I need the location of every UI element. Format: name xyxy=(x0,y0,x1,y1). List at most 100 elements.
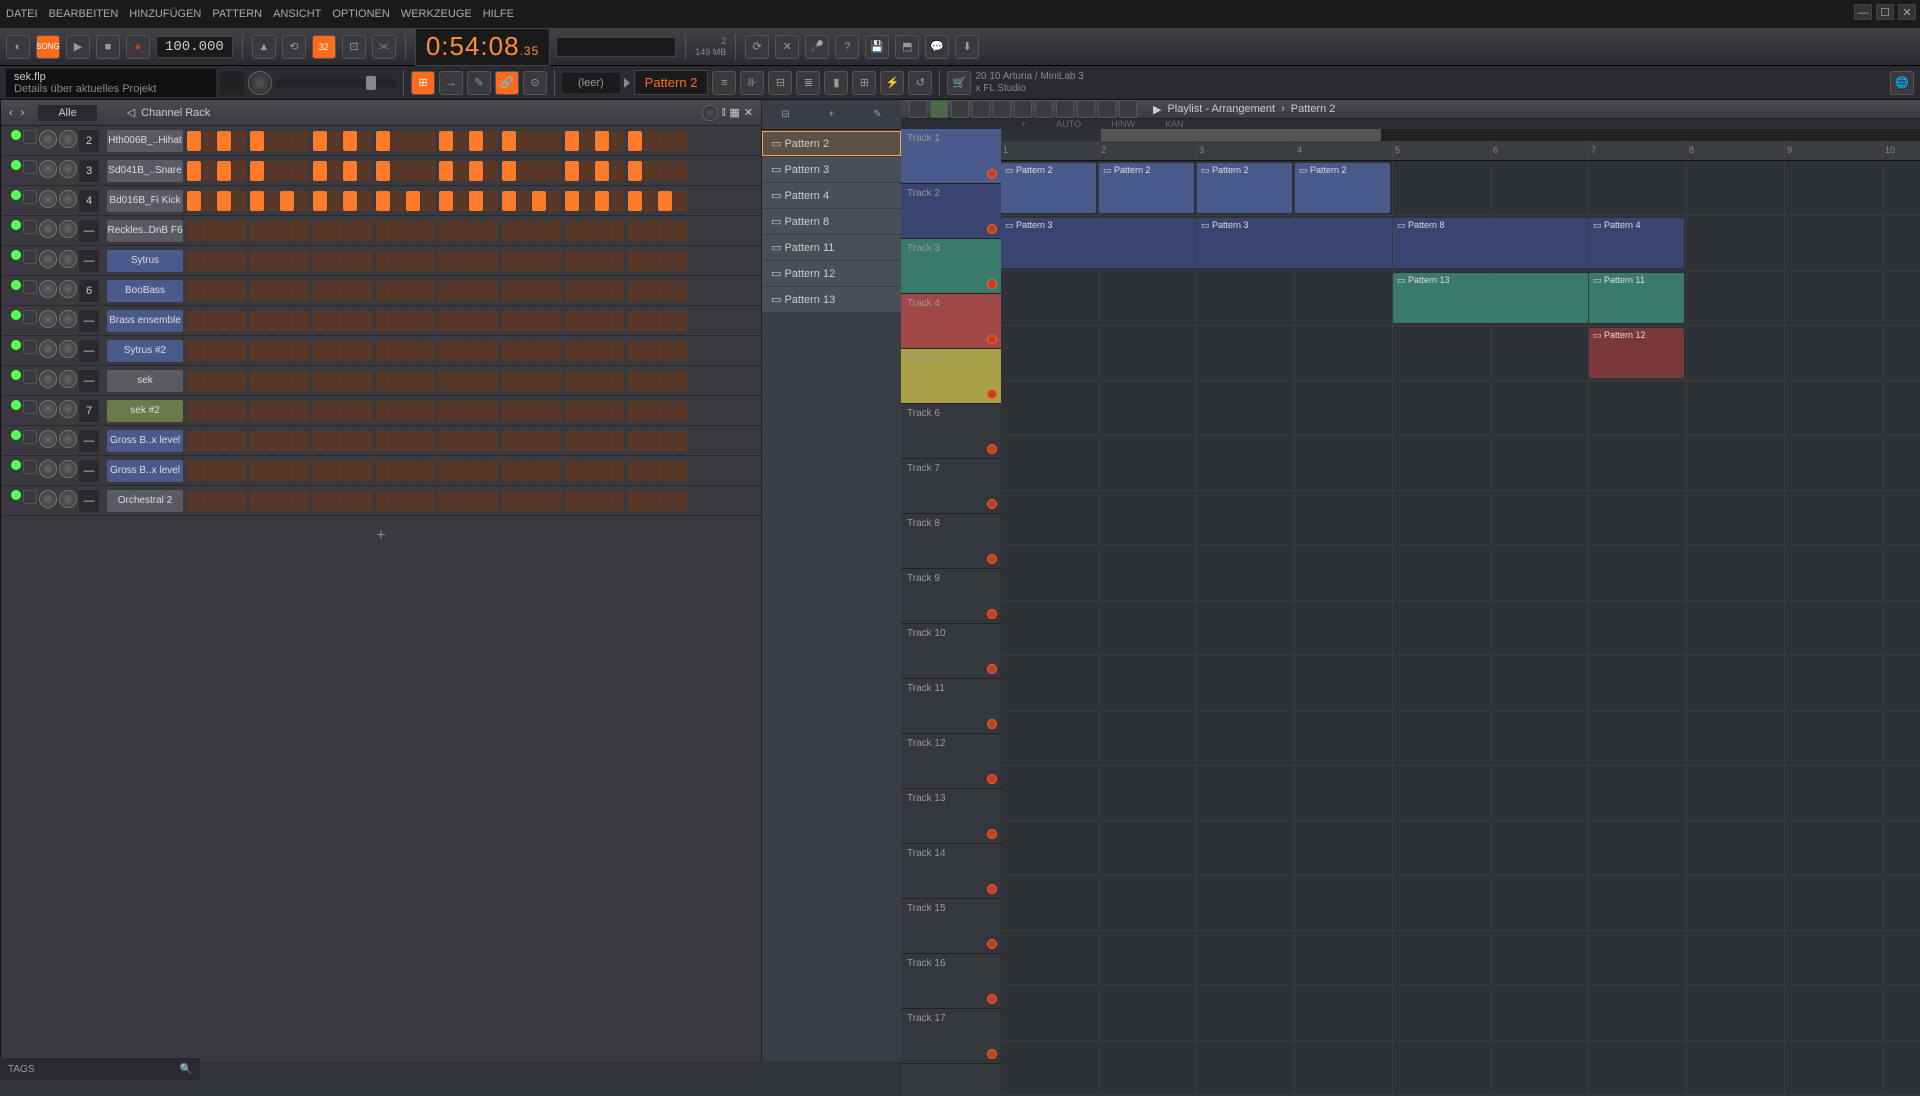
step-cell[interactable] xyxy=(406,371,420,391)
mixer-route[interactable]: — xyxy=(79,340,99,362)
step-cell[interactable] xyxy=(406,161,420,181)
step-cell[interactable] xyxy=(517,371,531,391)
track-header[interactable]: Track 14 xyxy=(901,844,1001,899)
rack-close-icon[interactable]: ✕ xyxy=(744,106,753,119)
step-cell[interactable] xyxy=(232,371,246,391)
step-cell[interactable] xyxy=(406,131,420,151)
step-cell[interactable] xyxy=(187,161,201,181)
pl-marker-icon[interactable] xyxy=(1035,100,1053,118)
step-cell[interactable] xyxy=(391,371,405,391)
pl-note-tab[interactable]: HINW xyxy=(1111,119,1135,129)
pan-knob[interactable] xyxy=(39,430,57,448)
step-cell[interactable] xyxy=(517,491,531,511)
step-cell[interactable] xyxy=(376,251,390,271)
step-cell[interactable] xyxy=(580,431,594,451)
playlist-clip[interactable]: ▭ Pattern 4 xyxy=(1589,218,1684,268)
step-cell[interactable] xyxy=(265,431,279,451)
step-cell[interactable] xyxy=(484,191,498,211)
step-cell[interactable] xyxy=(565,251,579,271)
step-cell[interactable] xyxy=(673,191,687,211)
step-cell[interactable] xyxy=(391,221,405,241)
step-cell[interactable] xyxy=(313,251,327,271)
mixer-route[interactable]: — xyxy=(79,310,99,332)
step-cell[interactable] xyxy=(328,491,342,511)
step-cell[interactable] xyxy=(217,431,231,451)
step-cell[interactable] xyxy=(391,461,405,481)
step-cell[interactable] xyxy=(658,311,672,331)
one-click-icon[interactable]: 💬 xyxy=(925,35,949,59)
step-cell[interactable] xyxy=(673,251,687,271)
step-cell[interactable] xyxy=(484,281,498,301)
channel-filter[interactable]: Alle xyxy=(38,105,96,121)
pl-sound-icon[interactable] xyxy=(1119,100,1137,118)
step-cell[interactable] xyxy=(406,491,420,511)
channel-name-button[interactable]: Gross B..x level xyxy=(107,430,183,452)
step-cell[interactable] xyxy=(502,461,516,481)
pl-sync-icon[interactable] xyxy=(930,100,948,118)
step-cell[interactable] xyxy=(532,161,546,181)
step-cell[interactable] xyxy=(406,251,420,271)
step-cell[interactable] xyxy=(547,161,561,181)
dropdown-empty[interactable]: (leer) xyxy=(562,73,620,93)
step-cell[interactable] xyxy=(532,431,546,451)
metronome-icon[interactable]: ▲ xyxy=(252,35,276,59)
step-cell[interactable] xyxy=(643,371,657,391)
step-cell[interactable] xyxy=(658,251,672,271)
step-cell[interactable] xyxy=(643,491,657,511)
step-cell[interactable] xyxy=(643,401,657,421)
step-cell[interactable] xyxy=(343,311,357,331)
step-cell[interactable] xyxy=(376,341,390,361)
track-record-icon[interactable] xyxy=(987,389,997,399)
step-cell[interactable] xyxy=(580,281,594,301)
step-cell[interactable] xyxy=(313,191,327,211)
step-cell[interactable] xyxy=(313,491,327,511)
mixer-route[interactable]: 3 xyxy=(79,160,99,182)
step-cell[interactable] xyxy=(547,431,561,451)
step-cell[interactable] xyxy=(532,401,546,421)
step-cell[interactable] xyxy=(376,281,390,301)
step-cell[interactable] xyxy=(595,221,609,241)
step-cell[interactable] xyxy=(565,281,579,301)
pl-lock-icon[interactable] xyxy=(993,100,1011,118)
channel-name-button[interactable]: Hth006B_..Hihat xyxy=(107,130,183,152)
step-cell[interactable] xyxy=(610,161,624,181)
switch-icon[interactable]: ✕ xyxy=(775,35,799,59)
step-cell[interactable] xyxy=(202,131,216,151)
step-cell[interactable] xyxy=(421,221,435,241)
pattern-item[interactable]: ▭ Pattern 8 xyxy=(762,209,901,234)
playlist-clip[interactable]: ▭ Pattern 11 xyxy=(1589,273,1684,323)
step-cell[interactable] xyxy=(610,221,624,241)
rack-fwd-icon[interactable]: › xyxy=(21,107,25,119)
step-cell[interactable] xyxy=(673,311,687,331)
step-cell[interactable] xyxy=(610,191,624,211)
step-cell[interactable] xyxy=(565,221,579,241)
step-cell[interactable] xyxy=(643,461,657,481)
step-cell[interactable] xyxy=(421,431,435,451)
step-cell[interactable] xyxy=(610,341,624,361)
step-cell[interactable] xyxy=(232,431,246,451)
step-cell[interactable] xyxy=(439,371,453,391)
step-cell[interactable] xyxy=(658,371,672,391)
step-cell[interactable] xyxy=(217,371,231,391)
step-cell[interactable] xyxy=(439,491,453,511)
timeline-marker[interactable]: 7 xyxy=(1589,141,1687,160)
step-cell[interactable] xyxy=(391,311,405,331)
pattern-item[interactable]: ▭ Pattern 13 xyxy=(762,287,901,312)
step-cell[interactable] xyxy=(265,311,279,331)
step-cell[interactable] xyxy=(595,161,609,181)
step-cell[interactable] xyxy=(502,131,516,151)
channel-name-button[interactable]: Brass ensemble xyxy=(107,310,183,332)
step-cell[interactable] xyxy=(610,461,624,481)
playlist-arrangement[interactable]: Pattern 2 xyxy=(1291,103,1336,115)
step-cell[interactable] xyxy=(421,311,435,331)
channel-led[interactable] xyxy=(11,490,21,500)
save-icon[interactable]: 💾 xyxy=(865,35,889,59)
step-cell[interactable] xyxy=(265,221,279,241)
channel-name-button[interactable]: Reckles..DnB F6 xyxy=(107,220,183,242)
step-cell[interactable] xyxy=(547,131,561,151)
step-cell[interactable] xyxy=(343,371,357,391)
track-record-icon[interactable] xyxy=(987,774,997,784)
track-header[interactable]: Track 17 xyxy=(901,1009,1001,1064)
step-cell[interactable] xyxy=(469,401,483,421)
step-cell[interactable] xyxy=(313,161,327,181)
